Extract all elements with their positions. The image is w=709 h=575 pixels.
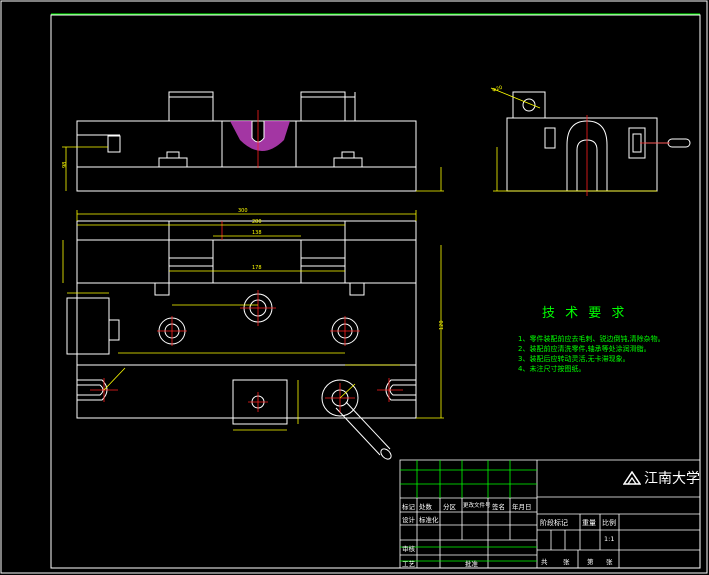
tb-r1-c2: 处数 [419, 503, 432, 511]
outer-frame [0, 0, 708, 574]
top-view-red-centers [90, 221, 403, 413]
logo-icon [623, 471, 641, 485]
tb-r1-c5: 签名 [492, 503, 505, 511]
dim-width-top: 300 [238, 208, 248, 214]
tb-sheet-total: 共 [541, 558, 548, 566]
tech-note-1: 1、零件装配前应去毛刺、锐边倒钝,清除杂物。 [518, 335, 665, 343]
dim-height-front: 98 [62, 162, 68, 168]
tb-r1-c6: 年月日 [512, 503, 532, 511]
tech-note-4: 4、未注尺寸按图纸。 [518, 365, 586, 373]
tb-r4-c2: 批准 [465, 560, 478, 568]
tb-r4-c1: 工艺 [402, 560, 415, 568]
tb-r1-c1: 标记 [402, 503, 415, 511]
tb-sheet-unit1: 张 [563, 558, 570, 566]
tb-sheet-num: 第 [587, 558, 594, 566]
tech-note-3: 3、装配后应转动灵活,无卡滞现象。 [518, 355, 630, 363]
side-view [506, 91, 691, 192]
tb-sheet-unit2: 张 [606, 558, 613, 566]
tb-r1-c3: 分区 [443, 503, 456, 511]
side-view-dims [490, 87, 657, 192]
front-view-dims [62, 146, 444, 192]
top-view-dims [62, 210, 444, 431]
tb-stage-header: 阶段标记 [540, 519, 568, 527]
tb-r2-c2: 标准化 [419, 516, 439, 524]
top-view [66, 220, 417, 460]
tb-scale-value: 1:1 [604, 535, 615, 543]
dim-width-mid: 280 [252, 219, 262, 225]
sheet-frame [50, 14, 701, 569]
logo-text: 江南大学 [644, 471, 700, 487]
tb-scale-header: 比例 [602, 519, 616, 527]
v-block-hatch [230, 120, 290, 151]
university-logo: 江南大学 [623, 468, 700, 488]
tech-requirements-title: 技 术 要 求 [542, 306, 628, 321]
dim-depth-side: 120 [439, 320, 445, 330]
tb-r2-c1: 设计 [402, 516, 415, 524]
tb-r3-c1: 审核 [402, 545, 415, 553]
tech-note-2: 2、装配前应清洗零件,轴承等处涂润滑脂。 [518, 345, 651, 353]
tb-weight-header: 重量 [582, 519, 596, 527]
tb-r1-c4: 更改文件号 [463, 503, 491, 509]
cad-drawing-canvas: 98 300 280 138 178 120 Φ20 [0, 0, 708, 574]
dim-width-slot: 178 [252, 265, 262, 271]
dim-width-inner: 138 [252, 230, 262, 236]
tech-requirements-notes: 1、零件装配前应去毛刺、锐边倒钝,清除杂物。 2、装配前应清洗零件,轴承等处涂润… [518, 334, 708, 374]
